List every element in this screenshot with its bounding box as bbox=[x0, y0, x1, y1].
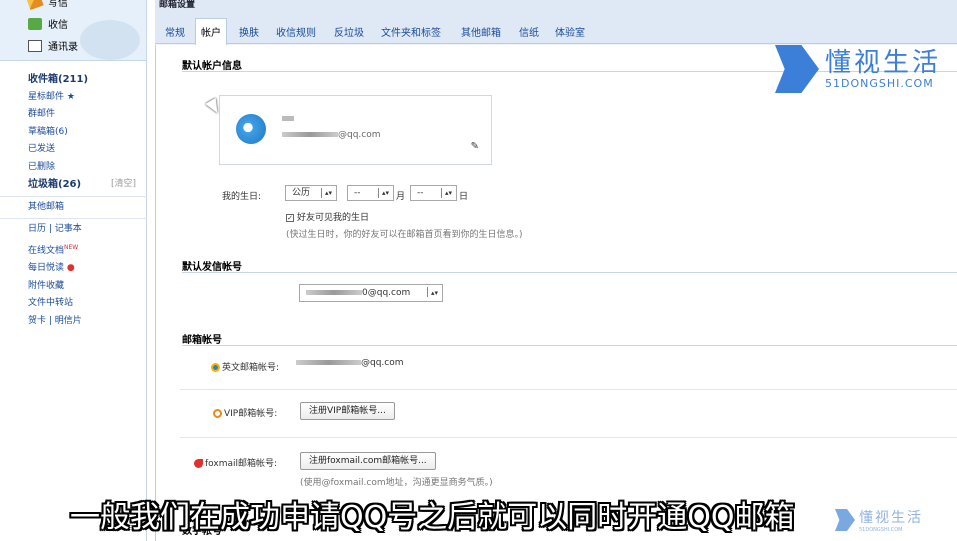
avatar[interactable] bbox=[236, 114, 266, 144]
birthday-hint: (快过生日时，你的好友可以在邮箱首页看到你的生日信息。) bbox=[286, 230, 523, 240]
brand-domain: 51DONGSHI.COM bbox=[859, 527, 903, 533]
vip-account-icon bbox=[213, 409, 222, 418]
redacted-blur bbox=[306, 290, 362, 295]
divider bbox=[182, 345, 957, 346]
profile-email: @qq.com bbox=[282, 130, 381, 140]
sidebar: 写信 收信 通讯录 收件箱(211) 星标邮件 ★ 群邮件 草稿箱(6) 已发送… bbox=[0, 0, 147, 541]
tab-general[interactable]: 常规 bbox=[165, 24, 185, 39]
file-transfer-link[interactable]: 文件中转站 bbox=[28, 295, 146, 313]
tab-filter-rules[interactable]: 收信规则 bbox=[276, 24, 316, 39]
daily-reading-link[interactable]: 每日悦读 bbox=[28, 263, 64, 273]
contacts-button[interactable]: 通讯录 bbox=[28, 38, 78, 53]
brand-logo-icon bbox=[835, 509, 855, 531]
docs-row: 在线文档NEW bbox=[28, 239, 146, 261]
divider bbox=[0, 218, 147, 219]
folder-drafts[interactable]: 草稿箱(6) bbox=[28, 124, 146, 142]
english-account-value: @qq.com bbox=[296, 358, 404, 368]
brand-logo-icon bbox=[775, 45, 819, 93]
brand-watermark: 懂视生活 51DONGSHI.COM bbox=[775, 45, 941, 93]
settings-tabs: 常规 帐户 换肤 收信规则 反垃圾 文件夹和标签 其他邮箱 信纸 体验室 bbox=[155, 14, 957, 46]
page-title: 邮箱设置 bbox=[155, 0, 957, 14]
brand-watermark-small: 懂视生活 51DONGSHI.COM bbox=[835, 507, 923, 533]
pencil-icon bbox=[26, 0, 44, 10]
vip-account-label: VIP邮箱帐号: bbox=[213, 406, 277, 419]
greeting-cards-link[interactable]: 贺卡 bbox=[28, 316, 46, 326]
divider bbox=[0, 195, 147, 197]
tab-other-mailboxes[interactable]: 其他邮箱 bbox=[461, 24, 501, 39]
notes-link[interactable]: 记事本 bbox=[55, 224, 82, 234]
postcards-link[interactable]: 明信片 bbox=[55, 316, 82, 326]
birthday-label: 我的生日: bbox=[222, 192, 262, 202]
register-vip-button[interactable]: 注册VIP邮箱帐号... bbox=[300, 402, 395, 420]
calendar-link[interactable]: 日历 bbox=[28, 224, 46, 234]
divider bbox=[180, 389, 957, 390]
tab-account[interactable]: 帐户 bbox=[195, 18, 227, 46]
register-foxmail-button[interactable]: 注册foxmail.com邮箱帐号... bbox=[300, 452, 436, 470]
foxmail-icon bbox=[194, 459, 203, 468]
sidebar-top: 写信 收信 通讯录 bbox=[0, 0, 146, 61]
english-account-icon bbox=[211, 363, 220, 372]
sidebar-decoration bbox=[80, 20, 140, 60]
section-mail-accounts: 邮箱帐号 bbox=[182, 335, 222, 346]
select-arrow-icon: ▴▾ bbox=[324, 189, 332, 197]
edit-pencil-icon[interactable]: ✎ bbox=[471, 141, 479, 152]
english-account-label: 英文邮箱帐号: bbox=[211, 360, 279, 373]
tab-folders-labels[interactable]: 文件夹和标签 bbox=[381, 24, 441, 39]
brand-domain: 51DONGSHI.COM bbox=[825, 76, 934, 90]
divider bbox=[180, 437, 957, 438]
unread-dot-icon: ● bbox=[66, 263, 75, 273]
birthday-visibility-row: ✓ 好友可见我的生日 bbox=[286, 213, 370, 223]
write-button[interactable]: 写信 bbox=[26, 0, 68, 10]
month-unit-label: 月 bbox=[396, 192, 406, 202]
folder-spam-row: 垃圾箱(26) [清空] bbox=[28, 176, 146, 194]
section-default-info: 默认帐户信息 bbox=[182, 61, 242, 72]
redacted-blur bbox=[296, 360, 361, 365]
profile-card: @qq.com ✎ bbox=[219, 95, 492, 165]
folder-starred[interactable]: 星标邮件 ★ bbox=[28, 89, 146, 107]
attachments-link[interactable]: 附件收藏 bbox=[28, 278, 146, 296]
tab-lab[interactable]: 体验室 bbox=[555, 24, 585, 39]
folder-group[interactable]: 群邮件 bbox=[28, 106, 146, 124]
day-unit-label: 日 bbox=[459, 192, 469, 202]
calendar-notes-row: 日历 | 记事本 bbox=[28, 224, 82, 234]
foxmail-account-label: foxmail邮箱帐号: bbox=[194, 456, 277, 469]
divider bbox=[182, 272, 957, 273]
birth-day-select[interactable]: -- ▴▾ bbox=[410, 185, 457, 201]
folder-sent[interactable]: 已发送 bbox=[28, 141, 146, 159]
brand-name: 懂视生活 bbox=[859, 510, 923, 526]
video-caption: 一般我们在成功申请QQ号之后就可以同时开通QQ邮箱 bbox=[70, 500, 795, 535]
birthday-visible-checkbox[interactable]: ✓ bbox=[286, 213, 294, 222]
tab-skin[interactable]: 换肤 bbox=[239, 24, 259, 39]
nickname-blurred bbox=[282, 116, 294, 121]
tab-anti-spam[interactable]: 反垃圾 bbox=[334, 24, 364, 39]
default-sender-select[interactable]: 0@qq.com ▴▾ bbox=[299, 284, 443, 302]
brand-name: 懂视生活 bbox=[825, 47, 942, 78]
cards-row: 贺卡 | 明信片 bbox=[28, 315, 82, 326]
foxmail-hint: (使用@foxmail.com地址，沟通更显商务气质。) bbox=[300, 478, 493, 488]
docs-link[interactable]: 在线文档 bbox=[28, 246, 64, 256]
select-arrow-icon: ▴▾ bbox=[430, 289, 438, 297]
calendar-type-select[interactable]: 公历 ▴▾ bbox=[285, 185, 337, 201]
other-mailboxes-link[interactable]: 其他邮箱 bbox=[28, 199, 146, 217]
birth-month-select[interactable]: -- ▴▾ bbox=[347, 185, 394, 201]
contacts-icon bbox=[28, 39, 42, 52]
daily-row: 每日悦读 ● bbox=[28, 260, 146, 278]
folder-spam[interactable]: 垃圾箱(26) bbox=[28, 176, 81, 194]
account-settings: 默认帐户信息 @qq.com ✎ 我的生日: 公历 ▴▾ -- ▴▾ 月 -- ▴▾ … bbox=[155, 45, 957, 541]
folder-deleted[interactable]: 已删除 bbox=[28, 159, 146, 177]
inbox-icon bbox=[28, 17, 42, 30]
redacted-blur bbox=[282, 132, 338, 137]
folder-list: 收件箱(211) 星标邮件 ★ 群邮件 草稿箱(6) 已发送 已删除 垃圾箱(2… bbox=[0, 61, 147, 330]
tab-stationery[interactable]: 信纸 bbox=[519, 24, 539, 39]
folder-inbox[interactable]: 收件箱(211) bbox=[28, 71, 146, 89]
new-badge: NEW bbox=[64, 243, 79, 251]
select-arrow-icon: ▴▾ bbox=[381, 189, 389, 197]
inbox-button[interactable]: 收信 bbox=[28, 16, 68, 31]
empty-spam-link[interactable]: [清空] bbox=[111, 176, 136, 194]
select-arrow-icon: ▴▾ bbox=[444, 189, 452, 197]
section-default-sender: 默认发信帐号 bbox=[182, 262, 242, 273]
